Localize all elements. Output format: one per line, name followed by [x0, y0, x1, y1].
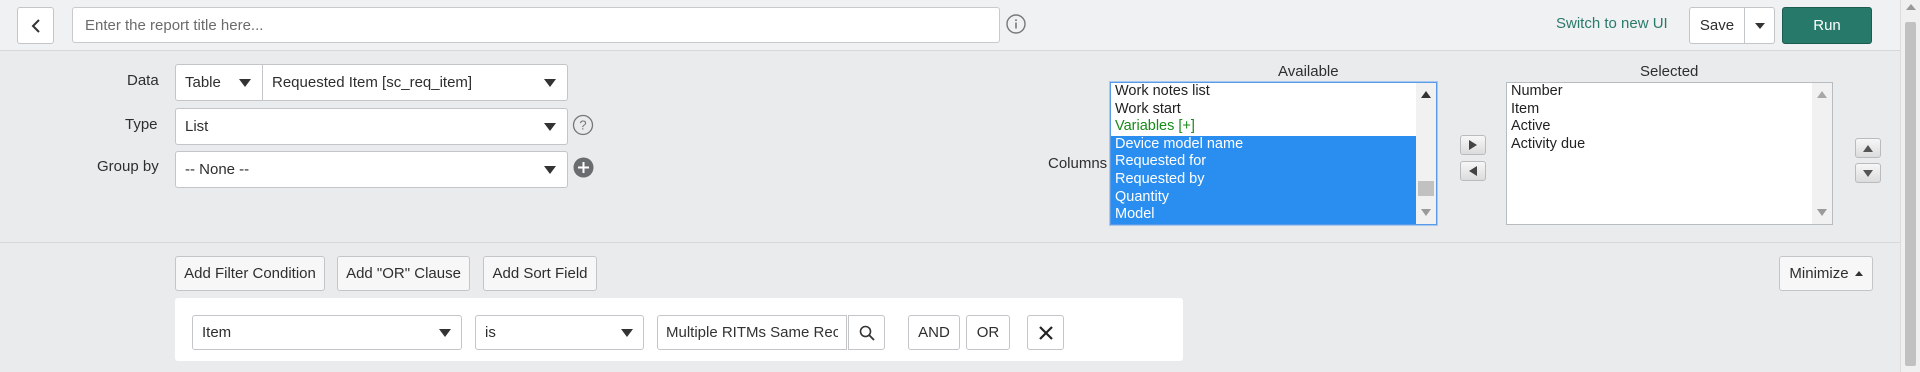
filter-field-select[interactable]: Item — [192, 315, 462, 350]
group-by-value: -- None -- — [185, 161, 250, 178]
scroll-up-arrow-icon[interactable] — [1421, 91, 1431, 98]
type-value: List — [185, 118, 209, 135]
search-icon — [859, 325, 875, 341]
scroll-up-arrow-icon[interactable] — [1817, 91, 1827, 98]
scroll-down-arrow-icon[interactable] — [1817, 209, 1827, 216]
filter-operator-value: is — [485, 324, 496, 341]
caret-down-icon — [544, 79, 556, 87]
scrollbar-thumb[interactable] — [1418, 181, 1434, 196]
arrow-right-icon — [1469, 140, 1477, 150]
arrow-down-icon — [1863, 169, 1873, 177]
columns-label: Columns — [1048, 155, 1108, 172]
available-column-option[interactable]: Requested by — [1111, 170, 1436, 189]
add-or-clause-button[interactable]: Add "OR" Clause — [337, 256, 470, 291]
back-button[interactable] — [17, 7, 54, 44]
scroll-down-arrow-icon[interactable] — [1421, 209, 1431, 216]
add-group-plus-icon[interactable] — [573, 157, 594, 178]
caret-down-icon — [621, 329, 633, 337]
data-source-type-value: Table — [185, 74, 221, 91]
save-options-dropdown[interactable] — [1744, 7, 1775, 44]
data-label: Data — [127, 72, 159, 89]
selected-column-option[interactable]: Number — [1507, 83, 1832, 101]
section-divider — [0, 242, 1900, 243]
group-by-label: Group by — [97, 158, 159, 175]
caret-down-icon — [1754, 22, 1765, 29]
run-button[interactable]: Run — [1782, 7, 1872, 44]
scrollbar-thumb[interactable] — [1905, 22, 1916, 366]
scroll-up-arrow-icon[interactable] — [1906, 4, 1916, 10]
save-button[interactable]: Save — [1689, 7, 1745, 44]
arrow-left-icon — [1469, 166, 1477, 176]
chevron-left-icon — [31, 18, 40, 33]
available-column-option[interactable]: Work start — [1111, 101, 1436, 119]
minimize-label: Minimize — [1789, 265, 1849, 282]
type-select[interactable]: List — [175, 108, 568, 145]
data-table-value: Requested Item [sc_req_item] — [272, 74, 473, 91]
selected-list-scrollbar[interactable] — [1812, 83, 1832, 224]
caret-down-icon — [239, 79, 251, 87]
filter-value-input[interactable] — [657, 315, 847, 350]
close-icon — [1038, 325, 1053, 340]
caret-down-icon — [544, 123, 556, 131]
available-columns-list[interactable]: Work notes list Work start Variables [+] De… — [1110, 82, 1437, 225]
switch-to-new-ui-link[interactable]: Switch to new UI — [1556, 15, 1668, 32]
available-list-scrollbar[interactable] — [1416, 83, 1436, 224]
selected-columns-list[interactable]: Number Item Active Activity due — [1506, 82, 1833, 225]
move-column-up-button[interactable] — [1855, 138, 1881, 158]
help-icon[interactable]: ? — [572, 114, 594, 136]
caret-down-icon — [544, 166, 556, 174]
available-column-option[interactable]: Device model name — [1111, 135, 1436, 154]
info-icon[interactable] — [1005, 13, 1027, 35]
move-column-down-button[interactable] — [1855, 163, 1881, 183]
arrow-up-icon — [1863, 144, 1873, 152]
remove-column-button[interactable] — [1460, 161, 1486, 181]
selected-column-option[interactable]: Item — [1507, 101, 1832, 119]
caret-up-icon — [1854, 271, 1863, 276]
selected-column-option[interactable]: Active — [1507, 118, 1832, 136]
report-title-input[interactable] — [72, 7, 1000, 43]
available-column-option[interactable]: Variables [+] — [1111, 118, 1436, 136]
filter-field-value: Item — [202, 324, 232, 341]
data-table-select[interactable]: Requested Item [sc_req_item] — [262, 64, 568, 101]
filter-and-button[interactable]: AND — [908, 315, 960, 350]
filter-value-lookup-button[interactable] — [848, 315, 885, 350]
add-filter-condition-button[interactable]: Add Filter Condition — [175, 256, 325, 291]
page-scrollbar[interactable] — [1900, 0, 1920, 372]
group-by-select[interactable]: -- None -- — [175, 151, 568, 188]
add-column-button[interactable] — [1460, 135, 1486, 155]
filter-or-button[interactable]: OR — [966, 315, 1010, 350]
report-header: Switch to new UI Save Run — [0, 0, 1900, 51]
available-heading: Available — [1278, 63, 1339, 80]
available-column-option[interactable]: Requested for — [1111, 153, 1436, 171]
available-column-option[interactable]: Work notes list — [1111, 83, 1436, 101]
svg-text:?: ? — [579, 118, 586, 133]
available-column-option[interactable]: Quantity — [1111, 188, 1436, 207]
add-sort-field-button[interactable]: Add Sort Field — [483, 256, 597, 291]
caret-down-icon — [439, 329, 451, 337]
selected-heading: Selected — [1640, 63, 1699, 80]
available-column-option[interactable]: Model — [1111, 206, 1436, 224]
data-source-type-select[interactable]: Table — [175, 64, 263, 101]
selected-column-option[interactable]: Activity due — [1507, 136, 1832, 154]
delete-condition-button[interactable] — [1027, 315, 1064, 350]
minimize-button[interactable]: Minimize — [1779, 256, 1873, 291]
type-label: Type — [125, 116, 158, 133]
filter-operator-select[interactable]: is — [475, 315, 644, 350]
